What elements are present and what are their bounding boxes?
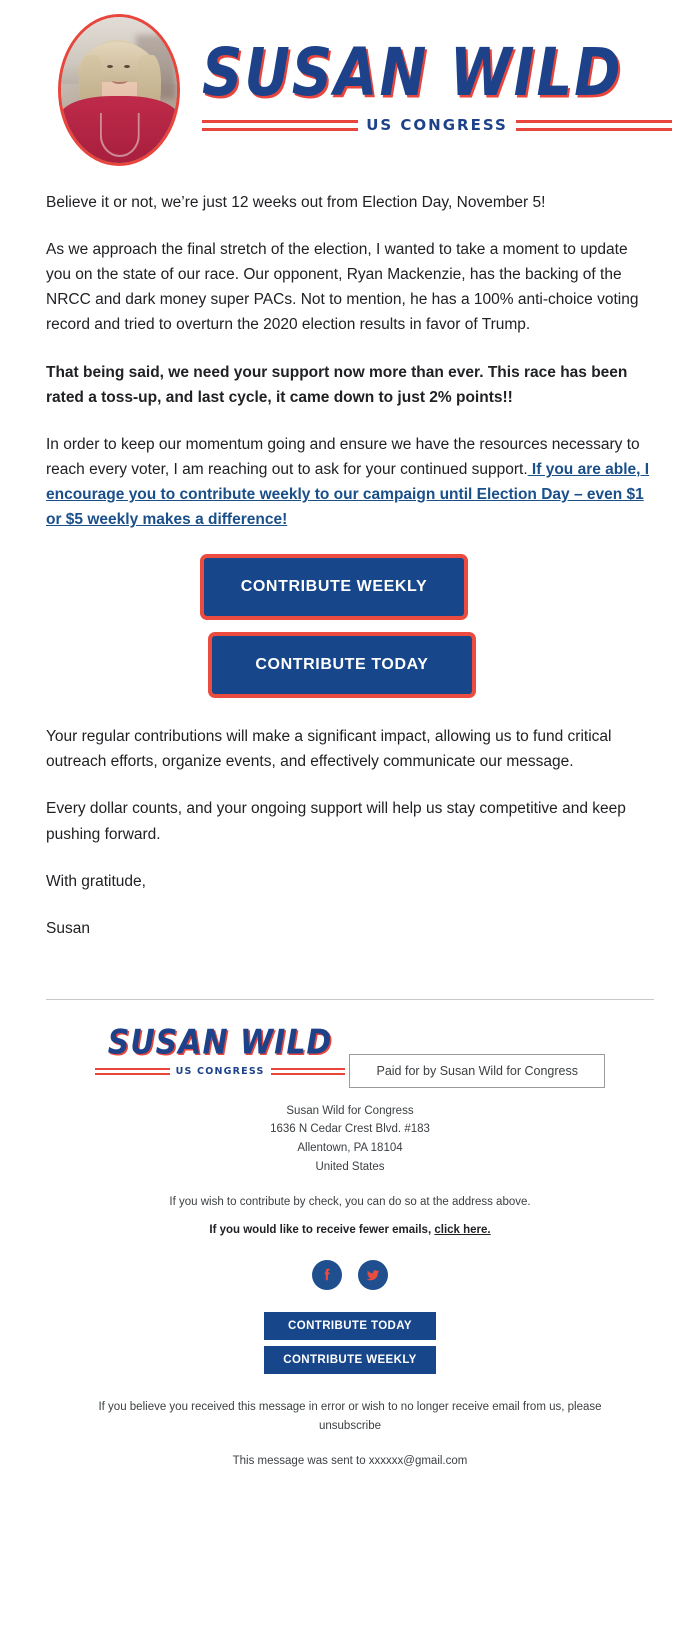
logo-subtitle-row: US CONGRESS	[202, 116, 672, 134]
twitter-icon[interactable]	[358, 1260, 388, 1291]
email-footer: SUSAN WILD US CONGRESS Paid for by Susan…	[0, 1000, 700, 1489]
logo-rule-left	[202, 119, 359, 131]
footer-logo-rule-left	[95, 1067, 170, 1075]
email-main-content: Believe it or not, we’re just 12 weeks o…	[0, 184, 700, 987]
portrait-smile	[111, 77, 128, 84]
portrait-necklace	[99, 113, 140, 158]
portrait-eye-right	[123, 65, 130, 69]
paragraph-signature: Susan	[46, 919, 90, 937]
paragraph-support-appeal: That being said, we need your support no…	[46, 363, 628, 406]
footer-logo-rule-right	[270, 1067, 346, 1075]
email-header: SUSAN WILD US CONGRESS	[0, 0, 700, 184]
footer-logo-subtitle: US CONGRESS	[175, 1065, 265, 1077]
contribute-by-check-note: If you wish to contribute by check, you …	[169, 1196, 531, 1209]
contribute-today-button[interactable]: CONTRIBUTE TODAY	[208, 632, 476, 699]
paragraph-ask: In order to keep our momentum going and …	[46, 432, 654, 532]
unsubscribe-legal-text: If you believe you received this message…	[46, 1398, 654, 1435]
paragraph-impact: Your regular contributions will make a s…	[46, 728, 612, 771]
footer-contribute-weekly-button[interactable]: CONTRIBUTE WEEKLY	[264, 1346, 436, 1375]
paragraph-every-dollar: Every dollar counts, and your ongoing su…	[46, 800, 626, 843]
mailing-address-block: Susan Wild for Congress 1636 N Cedar Cre…	[46, 1102, 654, 1177]
paid-for-disclaimer: Paid for by Susan Wild for Congress	[349, 1053, 605, 1088]
logo-candidate-name: SUSAN WILD	[202, 35, 623, 112]
logo-subtitle: US CONGRESS	[366, 116, 508, 134]
address-country: United States	[315, 1160, 385, 1173]
legal-text: If you believe you received this message…	[98, 1401, 602, 1414]
candidate-portrait-image	[58, 14, 180, 166]
fewer-emails-note: If you would like to receive fewer email…	[46, 1224, 654, 1236]
footer-logo-candidate-name: SUSAN WILD	[107, 1022, 333, 1063]
sent-to-recipient: This message was sent to xxxxxx@gmail.co…	[232, 1455, 468, 1468]
address-city-state-zip: Allentown, PA 18104	[297, 1142, 403, 1155]
social-links	[46, 1260, 654, 1291]
footer-contribute-today-button[interactable]: CONTRIBUTE TODAY	[264, 1312, 436, 1341]
contribute-weekly-button[interactable]: CONTRIBUTE WEEKLY	[200, 554, 468, 621]
address-org: Susan Wild for Congress	[286, 1104, 414, 1117]
campaign-logo-header: SUSAN WILD US CONGRESS	[202, 40, 700, 134]
cta-button-group: CONTRIBUTE WEEKLY CONTRIBUTE TODAY	[46, 554, 654, 699]
campaign-logo-footer: SUSAN WILD US CONGRESS	[95, 1022, 346, 1077]
logo-rule-right	[515, 119, 672, 131]
paragraph-intro: Believe it or not, we’re just 12 weeks o…	[46, 194, 546, 211]
paragraph-signoff: With gratitude,	[46, 872, 146, 890]
fewer-emails-link[interactable]: click here.	[434, 1224, 490, 1236]
fewer-emails-text: If you would like to receive fewer email…	[209, 1224, 432, 1237]
paragraph-race-update: As we approach the final stretch of the …	[46, 241, 639, 334]
facebook-icon[interactable]	[312, 1260, 342, 1291]
footer-cta-group: CONTRIBUTE TODAY CONTRIBUTE WEEKLY	[46, 1312, 654, 1375]
footer-logo-subtitle-row: US CONGRESS	[95, 1065, 346, 1077]
address-street: 1636 N Cedar Crest Blvd. #183	[270, 1123, 430, 1136]
email-body: SUSAN WILD US CONGRESS Believe it or not…	[0, 0, 700, 1490]
unsubscribe-link[interactable]: unsubscribe	[319, 1420, 381, 1432]
